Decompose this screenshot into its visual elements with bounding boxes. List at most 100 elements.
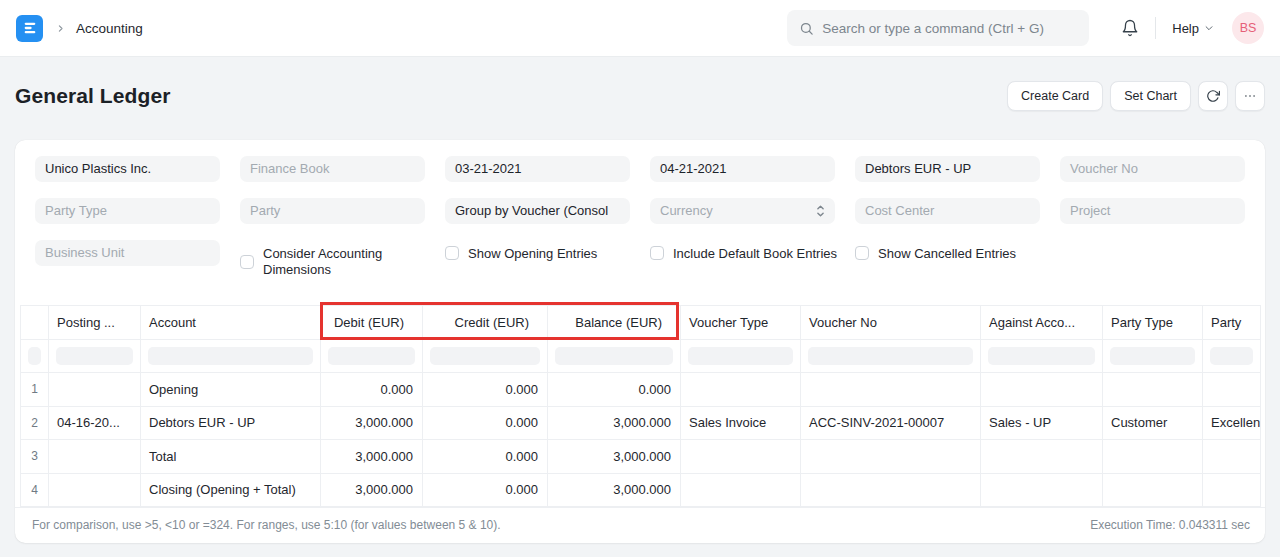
column-header-voucher-type[interactable]: Voucher Type [681,306,801,340]
column-header-against-account[interactable]: Against Acco... [981,306,1103,340]
row-number: 1 [21,373,49,407]
refresh-icon [1206,89,1220,103]
cell-posting-date [49,473,141,507]
cell-party-type [1103,473,1203,507]
account-filter[interactable]: Debtors EUR - UP [855,156,1040,182]
global-search-input[interactable]: Search or type a command (Ctrl + G) [787,10,1089,46]
more-menu-button[interactable] [1235,81,1265,111]
page-title: General Ledger [15,84,170,108]
column-filter-against-account[interactable] [988,347,1095,365]
column-header-account[interactable]: Account [141,306,321,340]
column-filter-posting-date[interactable] [56,347,133,365]
column-filter-voucher-type[interactable] [688,347,793,365]
select-chevrons-icon [816,204,825,218]
cell-party-type [1103,373,1203,407]
filter-hint: For comparison, use >5, <10 or =324. For… [32,518,501,532]
currency-select[interactable]: Currency [650,198,835,224]
cell-balance: 0.000 [548,373,681,407]
column-filter-row-number[interactable] [28,347,41,365]
breadcrumb[interactable]: Accounting [76,21,143,36]
cell-credit: 0.000 [423,373,548,407]
cell-voucher-no [801,440,981,474]
row-number: 4 [21,473,49,507]
create-card-button[interactable]: Create Card [1007,81,1103,111]
cell-credit: 0.000 [423,473,548,507]
cell-voucher-no [801,473,981,507]
group-by-select[interactable]: Group by Voucher (Consol [445,198,630,224]
consider-accounting-dimensions-checkbox[interactable]: Consider Accounting Dimensions [240,246,425,278]
party-type-filter[interactable]: Party Type [35,198,220,224]
chevron-down-icon [1204,23,1214,33]
table-row: 204-16-20...Debtors EUR - UP3,000.0000.0… [21,406,1261,440]
navbar: Accounting Search or type a command (Ctr… [0,0,1280,57]
cell-debit: 3,000.000 [321,406,423,440]
cell-against-account [981,473,1103,507]
finance-book-filter[interactable]: Finance Book [240,156,425,182]
column-header-posting-date[interactable]: Posting ... [49,306,141,340]
cell-posting-date: 04-16-20... [49,406,141,440]
cell-against-account [981,373,1103,407]
column-filter-debit[interactable] [328,347,415,365]
cell-account: Total [141,440,321,474]
cell-debit: 3,000.000 [321,440,423,474]
column-header-row-number [21,306,49,340]
cell-debit: 3,000.000 [321,473,423,507]
cell-balance: 3,000.000 [548,440,681,474]
column-filter-balance[interactable] [555,347,673,365]
refresh-button[interactable] [1198,81,1228,111]
show-opening-entries-checkbox[interactable]: Show Opening Entries [445,240,630,266]
app-logo[interactable] [16,15,43,42]
help-menu[interactable]: Help [1172,21,1214,36]
party-filter[interactable]: Party [240,198,425,224]
column-filter-voucher-no[interactable] [808,347,973,365]
column-header-voucher-no[interactable]: Voucher No [801,306,981,340]
report-card: Unico Plastics Inc. Finance Book 03-21-2… [15,140,1265,543]
cell-account: Debtors EUR - UP [141,406,321,440]
cell-against-account: Sales - UP [981,406,1103,440]
navbar-divider [1155,17,1156,39]
cell-voucher-type [681,473,801,507]
column-filter-account[interactable] [148,347,313,365]
notifications-bell-icon[interactable] [1121,19,1139,37]
search-icon [799,21,814,36]
company-filter[interactable]: Unico Plastics Inc. [35,156,220,182]
erpnext-logo-icon [22,20,38,36]
ellipsis-icon [1243,89,1257,103]
cell-party-type: Customer [1103,406,1203,440]
column-filter-party[interactable] [1210,347,1253,365]
avatar[interactable]: BS [1232,12,1264,44]
cell-posting-date [49,373,141,407]
from-date-filter[interactable]: 03-21-2021 [445,156,630,182]
to-date-filter[interactable]: 04-21-2021 [650,156,835,182]
annotation-highlight-box [320,302,679,340]
table-row: 4Closing (Opening + Total)3,000.0000.000… [21,473,1261,507]
show-cancelled-entries-checkbox[interactable]: Show Cancelled Entries [855,240,1040,266]
cell-party [1203,473,1261,507]
cell-debit: 0.000 [321,373,423,407]
column-header-party[interactable]: Party [1203,306,1261,340]
checkbox-icon [855,246,869,260]
search-placeholder: Search or type a command (Ctrl + G) [822,21,1044,36]
cell-party: Excellen [1203,406,1261,440]
business-unit-filter[interactable]: Business Unit [35,240,220,266]
checkbox-icon [240,255,254,269]
column-filter-party-type[interactable] [1110,347,1195,365]
cell-posting-date [49,440,141,474]
set-chart-button[interactable]: Set Chart [1110,81,1191,111]
column-filter-credit[interactable] [430,347,540,365]
checkbox-icon [650,246,664,260]
cost-center-filter[interactable]: Cost Center [855,198,1040,224]
cell-balance: 3,000.000 [548,473,681,507]
column-header-party-type[interactable]: Party Type [1103,306,1203,340]
cell-credit: 0.000 [423,440,548,474]
project-filter[interactable]: Project [1060,198,1245,224]
cell-party [1203,440,1261,474]
include-default-book-entries-checkbox[interactable]: Include Default Book Entries [650,240,835,266]
cell-account: Closing (Opening + Total) [141,473,321,507]
cell-party-type [1103,440,1203,474]
execution-time: Execution Time: 0.043311 sec [1090,518,1250,532]
cell-balance: 3,000.000 [548,406,681,440]
voucher-no-filter[interactable]: Voucher No [1060,156,1245,182]
cell-voucher-type: Sales Invoice [681,406,801,440]
cell-against-account [981,440,1103,474]
